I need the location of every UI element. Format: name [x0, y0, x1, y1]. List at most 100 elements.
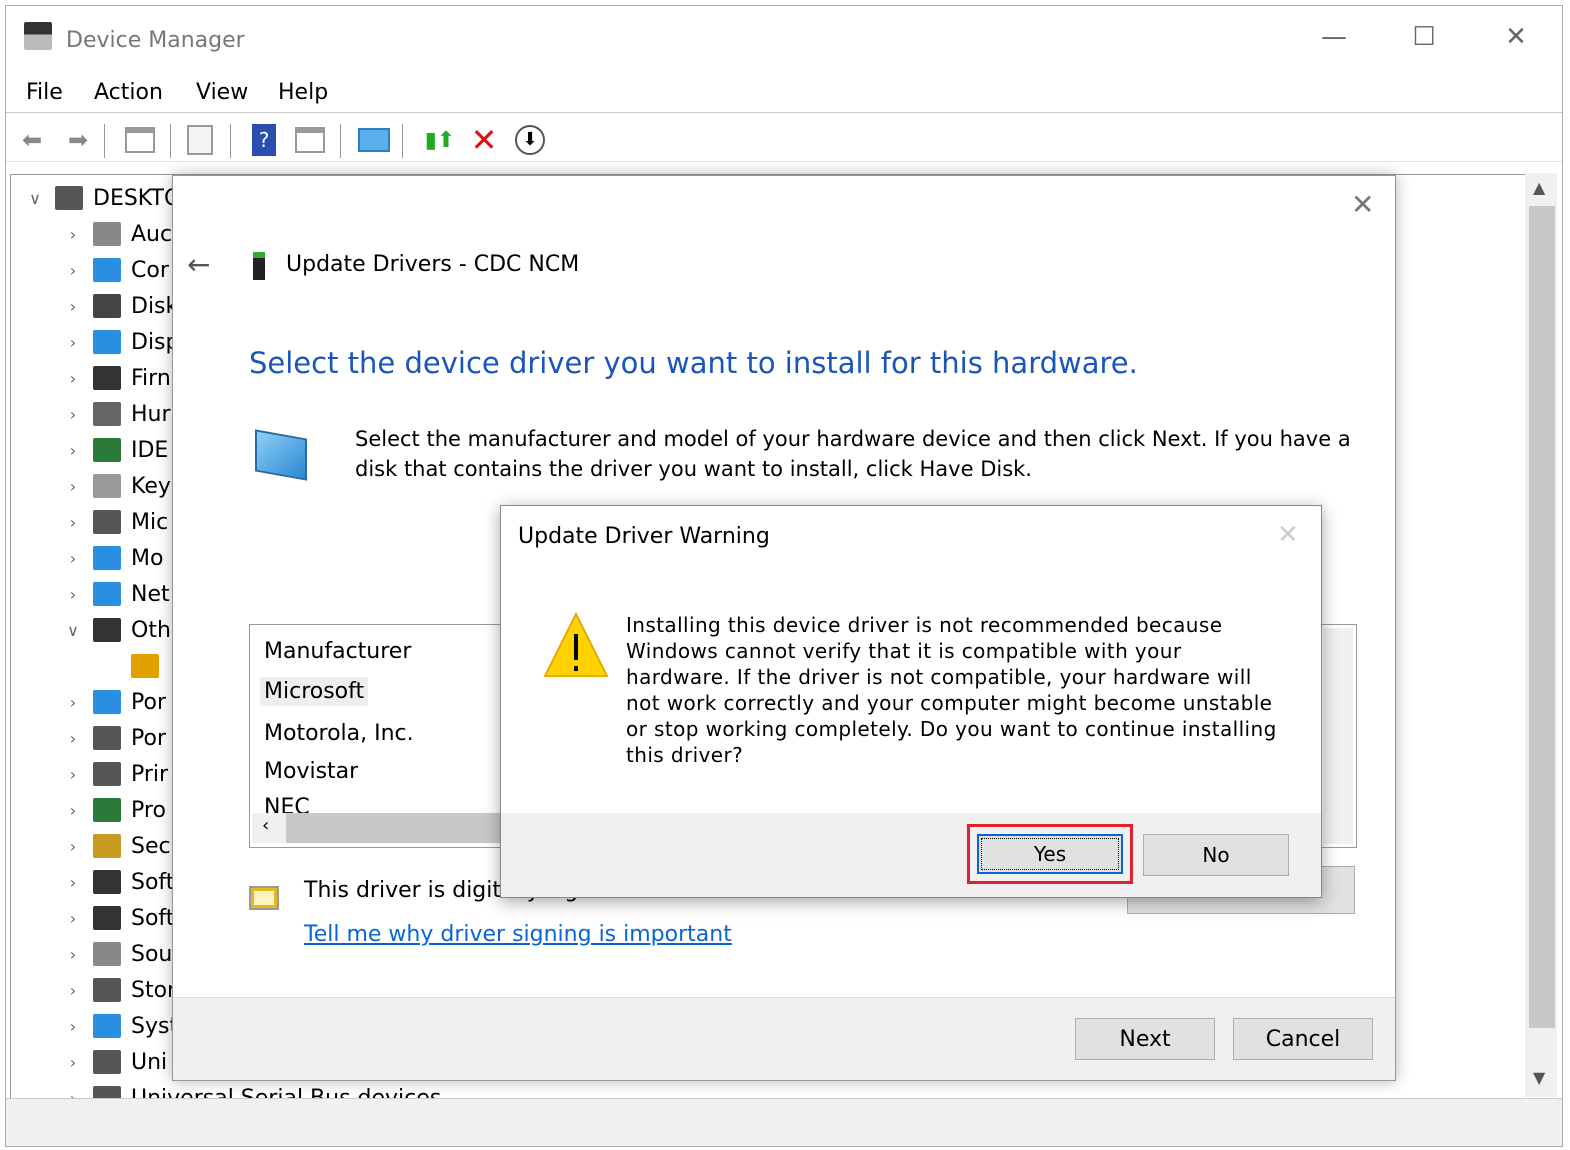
tree-item-label: Soft [131, 869, 175, 895]
chevron-right-icon[interactable]: › [63, 369, 83, 388]
chevron-right-icon[interactable]: › [63, 585, 83, 604]
tree-item[interactable]: › Key [63, 469, 171, 503]
storage-icon [93, 978, 121, 1002]
maximize-button[interactable]: ☐ [1404, 22, 1444, 52]
tree-item-label: IDE [131, 437, 169, 463]
help-icon[interactable]: ? [248, 124, 280, 156]
chevron-right-icon[interactable]: › [63, 477, 83, 496]
chevron-right-icon[interactable]: › [63, 441, 83, 460]
menu-view[interactable]: View [196, 80, 248, 105]
properties-icon[interactable] [184, 124, 216, 156]
minimize-button[interactable]: — [1314, 22, 1354, 52]
tree-item[interactable]: › Hur [63, 397, 171, 431]
tree-item[interactable]: › Auc [63, 217, 172, 251]
chevron-down-icon[interactable]: ∨ [25, 189, 45, 208]
chevron-right-icon[interactable]: › [63, 801, 83, 820]
chevron-right-icon[interactable]: › [63, 405, 83, 424]
close-icon[interactable]: ✕ [1351, 188, 1374, 221]
action-pane-icon[interactable] [294, 124, 326, 156]
tree-item[interactable]: › Sou [63, 937, 173, 971]
chevron-right-icon[interactable]: › [63, 837, 83, 856]
status-bar [6, 1098, 1562, 1146]
tree-item-label: Cor [131, 257, 169, 283]
cancel-button[interactable]: Cancel [1233, 1018, 1373, 1060]
chevron-right-icon[interactable]: › [63, 945, 83, 964]
scroll-down-icon[interactable]: ▼ [1533, 1068, 1545, 1087]
scan-hardware-icon[interactable] [358, 124, 390, 156]
tree-item[interactable]: › Uni [63, 1045, 167, 1079]
tree-item[interactable]: › Syst [63, 1009, 178, 1043]
tree-item[interactable]: › Sec [63, 829, 171, 863]
driver-signing-link[interactable]: Tell me why driver signing is important [304, 922, 732, 947]
yes-button[interactable]: Yes [977, 834, 1123, 874]
chevron-right-icon[interactable]: › [63, 1053, 83, 1072]
tree-item-label: DESKTO [93, 185, 182, 211]
menu-action[interactable]: Action [94, 80, 163, 105]
disable-device-icon[interactable]: ⬇ [514, 124, 546, 156]
chevron-right-icon[interactable]: › [63, 729, 83, 748]
no-button[interactable]: No [1143, 834, 1289, 876]
tree-item[interactable]: › Stor [63, 973, 176, 1007]
back-icon[interactable]: ⬅ [16, 124, 48, 156]
tree-item-label: Soft [131, 905, 175, 931]
list-item[interactable]: Motorola, Inc. [264, 721, 414, 746]
next-button[interactable]: Next [1075, 1018, 1215, 1060]
tree-item-label: Net [131, 581, 170, 607]
tree-item[interactable]: › IDE [63, 433, 169, 467]
tree-item[interactable]: › Prir [63, 757, 168, 791]
processor-icon [93, 798, 121, 822]
chevron-right-icon[interactable]: › [63, 909, 83, 928]
model-list-scrollbar[interactable] [1323, 628, 1353, 844]
forward-icon[interactable]: ➡ [62, 124, 94, 156]
list-header: Manufacturer [264, 639, 412, 664]
computer-icon [93, 258, 121, 282]
chevron-right-icon[interactable]: › [63, 693, 83, 712]
tree-item[interactable]: › Disk [63, 289, 178, 323]
software-component-icon [93, 870, 121, 894]
tree-scrollbar-thumb[interactable] [1529, 206, 1555, 1028]
scroll-left-icon[interactable]: ‹ [262, 815, 269, 836]
show-hide-console-tree-icon[interactable] [124, 124, 156, 156]
list-item[interactable]: Movistar [264, 759, 358, 784]
tree-item-label: Mic [131, 509, 169, 535]
tree-item[interactable]: › Firn [63, 361, 171, 395]
uninstall-device-icon[interactable]: ✕ [468, 121, 500, 159]
chevron-right-icon[interactable]: › [63, 549, 83, 568]
close-icon[interactable]: ✕ [1277, 520, 1299, 550]
sound-icon [93, 942, 121, 966]
tree-item-label: Sou [131, 941, 173, 967]
tree-item[interactable]: › Soft [63, 901, 175, 935]
portable-device-icon [93, 690, 121, 714]
chevron-right-icon[interactable]: › [63, 981, 83, 1000]
chevron-right-icon[interactable]: › [63, 225, 83, 244]
chevron-right-icon[interactable]: › [63, 1017, 83, 1036]
chevron-right-icon[interactable]: › [63, 513, 83, 532]
list-item[interactable]: NEC [264, 795, 310, 815]
tree-item[interactable]: ∨ Oth [63, 613, 171, 647]
menu-help[interactable]: Help [278, 80, 328, 105]
chevron-right-icon[interactable]: › [63, 765, 83, 784]
tree-item[interactable]: › Por [63, 685, 166, 719]
tree-item[interactable]: › Mo [63, 541, 164, 575]
tree-root[interactable]: ∨ DESKTO [25, 181, 181, 215]
tree-item-label: Por [131, 725, 166, 751]
close-button[interactable]: ✕ [1496, 22, 1536, 52]
tree-item[interactable]: › Mic [63, 505, 168, 539]
chevron-right-icon[interactable]: › [63, 873, 83, 892]
update-driver-icon[interactable]: ▮⬆ [424, 124, 456, 156]
chevron-right-icon[interactable]: › [63, 297, 83, 316]
tree-item[interactable]: › Por [63, 721, 166, 755]
tree-item[interactable]: › Cor [63, 253, 169, 287]
chevron-right-icon[interactable]: › [63, 333, 83, 352]
tree-item[interactable]: › Disp [63, 325, 180, 359]
chevron-down-icon[interactable]: ∨ [63, 621, 83, 640]
list-item[interactable]: Microsoft [260, 677, 369, 706]
tree-item[interactable] [101, 649, 169, 683]
tree-item[interactable]: › Soft [63, 865, 175, 899]
back-arrow-icon[interactable]: ← [187, 248, 210, 281]
menu-file[interactable]: File [26, 80, 63, 105]
tree-item[interactable]: › Pro [63, 793, 166, 827]
scroll-up-icon[interactable]: ▲ [1533, 178, 1545, 197]
tree-item[interactable]: › Net [63, 577, 170, 611]
chevron-right-icon[interactable]: › [63, 261, 83, 280]
